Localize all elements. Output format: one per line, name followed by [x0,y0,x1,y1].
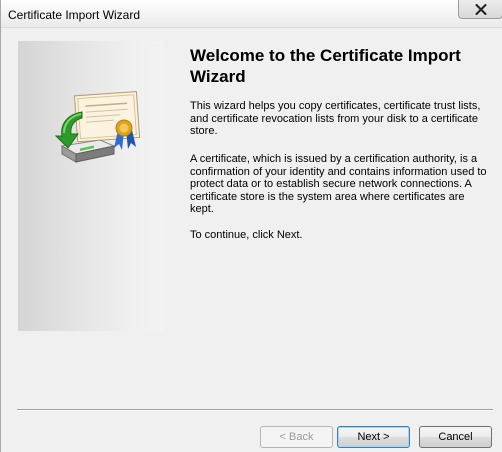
window-title: Certificate Import Wizard [8,8,141,22]
footer-separator [17,409,493,411]
wizard-heading: Welcome to the Certificate Import Wizard [190,46,461,86]
wizard-content: Welcome to the Certificate Import Wizard… [2,28,502,412]
close-button[interactable] [458,0,502,19]
certificate-import-icon [54,91,141,163]
back-button[interactable]: < Back [260,426,333,448]
wizard-description: This wizard helps you copy certificates,… [190,100,481,138]
title-bar[interactable]: Certificate Import Wizard ​ [1,0,502,28]
continue-instruction: To continue, click Next. [190,229,303,241]
close-icon [475,3,486,15]
cancel-button[interactable]: Cancel [419,426,492,448]
certificate-explanation: A certificate, which is issued by a cert… [190,153,487,216]
next-button[interactable]: Next > [337,426,410,448]
wizard-side-panel [18,41,164,331]
certificate-import-wizard-window: Certificate Import Wizard ​ [0,0,502,452]
